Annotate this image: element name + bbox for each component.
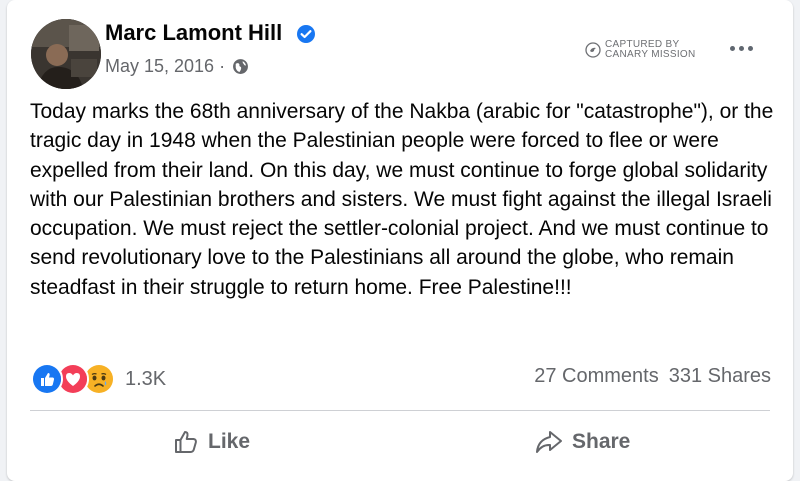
meta-separator: ·: [219, 56, 226, 76]
author-name[interactable]: Marc Lamont Hill: [105, 20, 282, 46]
post-stats: 27 Comments 331 Shares: [534, 365, 771, 388]
reactions-summary[interactable]: 1.3K: [31, 363, 166, 395]
post-meta: May 15, 2016 ·: [105, 56, 249, 77]
avatar[interactable]: [31, 19, 101, 89]
verified-badge-icon: [297, 25, 315, 43]
post-date[interactable]: May 15, 2016: [105, 56, 214, 77]
actions-divider: [30, 410, 770, 411]
share-label: Share: [572, 430, 631, 453]
shares-count[interactable]: 331 Shares: [669, 365, 771, 388]
post-card: Marc Lamont Hill May 15, 2016 · CAPTURED…: [7, 0, 793, 481]
reaction-count[interactable]: 1.3K: [125, 368, 166, 391]
like-button[interactable]: Like: [172, 420, 250, 464]
more-options-icon[interactable]: [723, 40, 759, 56]
thumbs-up-icon: [175, 431, 197, 453]
watermark-line2: CANARY MISSION: [605, 49, 696, 60]
comments-count[interactable]: 27 Comments: [534, 365, 659, 388]
like-label: Like: [208, 430, 251, 453]
capture-watermark: CAPTURED BY CANARY MISSION: [585, 40, 696, 60]
globe-icon: [233, 59, 249, 74]
share-button[interactable]: Share: [534, 420, 630, 464]
post-text: Today marks the 68th anniversary of the …: [30, 100, 774, 299]
share-arrow-icon: [536, 431, 562, 453]
canary-logo-icon: [585, 42, 601, 58]
like-icon: [31, 363, 63, 395]
